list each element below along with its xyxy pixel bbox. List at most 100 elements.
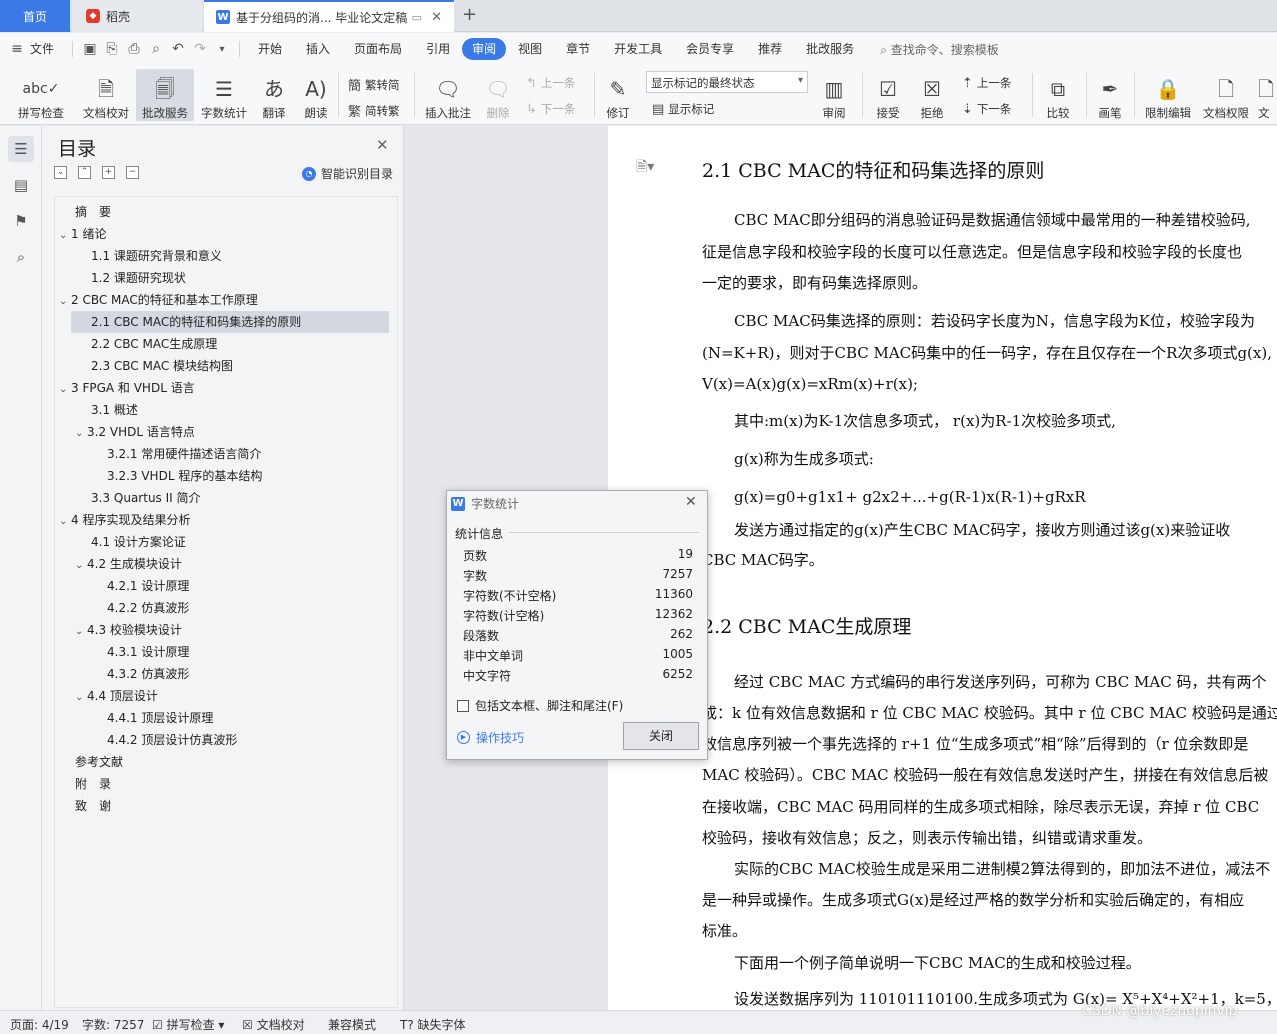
toc-item[interactable]: 4.3.1 设计原理 bbox=[55, 641, 385, 663]
include-textbox-checkbox[interactable]: 包括文本框、脚注和尾注(F) bbox=[457, 697, 623, 714]
show-markup-button[interactable]: ▤ 显示标记 bbox=[652, 101, 714, 117]
command-search[interactable]: ⌕ 查找命令、搜索模板 bbox=[880, 41, 999, 58]
chevron-down-icon[interactable]: ⌄ bbox=[75, 423, 87, 445]
toc-nav-icon[interactable]: ☰ bbox=[8, 136, 34, 162]
smart-toc-button[interactable]: ◔ 智能识别目录 bbox=[302, 165, 393, 182]
collapse-all-icon[interactable]: ⌄ bbox=[54, 166, 67, 179]
pen-button[interactable]: ✒ 画笔 bbox=[1094, 69, 1126, 121]
close-pane-icon[interactable]: ✕ bbox=[376, 136, 389, 154]
add-toc-item-icon[interactable]: + bbox=[102, 166, 115, 179]
expand-all-icon[interactable]: ⌃ bbox=[78, 166, 91, 179]
word-count-button[interactable]: ☰ 字数统计 bbox=[198, 69, 250, 121]
doc-layout-icon[interactable]: 🗎▾ bbox=[636, 156, 654, 180]
menu-start[interactable]: 开始 bbox=[246, 38, 294, 60]
menu-devtools[interactable]: 开发工具 bbox=[602, 38, 674, 60]
tab-home[interactable]: 首页 bbox=[0, 0, 70, 32]
toc-item[interactable]: ⌄ 3 FPGA 和 VHDL 语言 bbox=[55, 377, 385, 399]
translate-button[interactable]: あ翻译 bbox=[256, 69, 292, 121]
add-tab-icon[interactable]: + bbox=[462, 4, 477, 25]
chevron-down-icon[interactable]: ⌄ bbox=[59, 511, 71, 533]
toc-item[interactable]: 3.3 Quartus II 简介 bbox=[55, 487, 385, 509]
menu-view[interactable]: 视图 bbox=[506, 38, 554, 60]
chevron-down-icon[interactable]: ⌄ bbox=[75, 555, 87, 577]
read-aloud-button[interactable]: A) 朗读 bbox=[300, 69, 332, 121]
toc-item[interactable]: 2.1 CBC MAC的特征和码集选择的原则 bbox=[71, 311, 389, 333]
toc-item[interactable]: 4.2.1 设计原理 bbox=[55, 575, 385, 597]
close-tab-icon[interactable]: ✕ bbox=[431, 10, 442, 25]
missing-font-status[interactable]: T? 缺失字体 bbox=[400, 1016, 466, 1033]
menu-insert[interactable]: 插入 bbox=[294, 38, 342, 60]
menu-review-service[interactable]: 批改服务 bbox=[794, 38, 866, 60]
toc-item[interactable]: ⌄ 2 CBC MAC的特征和基本工作原理 bbox=[55, 289, 385, 311]
toc-item[interactable]: 4.4.2 顶层设计仿真波形 bbox=[55, 729, 385, 751]
document-page[interactable]: 🗎▾ 2.1 CBC MAC的特征和码集选择的原则 CBC MAC即分组码的消息… bbox=[608, 126, 1277, 1010]
toc-item[interactable]: ⌄ 4.2 生成模块设计 bbox=[55, 553, 385, 575]
quick-access-more-icon[interactable]: ▾ bbox=[211, 44, 233, 55]
toc-item[interactable]: 致 谢 bbox=[55, 795, 385, 817]
toc-item[interactable]: ⌄ 4.3 校验模块设计 bbox=[55, 619, 385, 641]
toc-item[interactable]: ⌄ 1 绪论 bbox=[55, 223, 385, 245]
print-preview-icon[interactable]: ⌕ bbox=[145, 41, 167, 57]
tips-link[interactable]: ▶ 操作技巧 bbox=[457, 729, 524, 746]
spell-check-status[interactable]: ☑ 拼写检查 ▾ bbox=[152, 1016, 224, 1033]
toc-item[interactable]: 4.1 设计方案论证 bbox=[55, 531, 385, 553]
word-count-indicator[interactable]: 字数: 7257 bbox=[82, 1016, 144, 1033]
next-comment-button[interactable]: ↳ 下一条 bbox=[526, 101, 575, 117]
toc-item[interactable]: 2.3 CBC MAC 模块结构图 bbox=[55, 355, 385, 377]
chevron-down-icon[interactable]: ⌄ bbox=[59, 379, 71, 401]
redo-icon[interactable]: ↷ bbox=[189, 41, 211, 57]
tab-daoke[interactable]: ◆ 稻壳 bbox=[72, 0, 202, 32]
close-icon[interactable]: ✕ bbox=[685, 494, 697, 510]
print-icon[interactable]: ⎙ bbox=[123, 41, 145, 57]
export-icon[interactable]: ⎘ bbox=[101, 41, 123, 57]
remove-toc-item-icon[interactable]: − bbox=[126, 166, 139, 179]
toc-item[interactable]: 4.3.2 仿真波形 bbox=[55, 663, 385, 685]
chevron-down-icon[interactable]: ⌄ bbox=[59, 225, 71, 247]
hamburger-icon[interactable]: ≡ bbox=[6, 41, 28, 57]
accept-button[interactable]: ☑ 接受 bbox=[870, 69, 906, 121]
toc-item[interactable]: 附 录 bbox=[55, 773, 385, 795]
toc-item[interactable]: 1.2 课题研究现状 bbox=[55, 267, 385, 289]
menu-member[interactable]: 会员专享 bbox=[674, 38, 746, 60]
toc-item[interactable]: 4.2.2 仿真波形 bbox=[55, 597, 385, 619]
close-button[interactable]: 关闭 bbox=[623, 722, 699, 750]
toc-item[interactable]: 参考文献 bbox=[55, 751, 385, 773]
simp-to-trad-button[interactable]: 繁简转繁 bbox=[348, 101, 400, 121]
next-change-button[interactable]: ⇣ 下一条 bbox=[962, 101, 1011, 117]
toc-item[interactable]: 3.1 概述 bbox=[55, 399, 385, 421]
chevron-down-icon[interactable]: ⌄ bbox=[75, 687, 87, 709]
undo-icon[interactable]: ↶ bbox=[167, 41, 189, 57]
review-service-button[interactable]: 🗐 批改服务 bbox=[136, 69, 194, 121]
menu-recommend[interactable]: 推荐 bbox=[746, 38, 794, 60]
toc-item[interactable]: ⌄ 3.2 VHDL 语言特点 bbox=[55, 421, 385, 443]
chapter-nav-icon[interactable]: ▤ bbox=[8, 172, 34, 198]
markup-state-select[interactable]: 显示标记的最终状态 bbox=[646, 71, 808, 93]
doc-proof-status[interactable]: ☒ 文档校对 bbox=[242, 1016, 305, 1033]
toc-item[interactable]: 3.2.1 常用硬件描述语言简介 bbox=[55, 443, 385, 465]
compat-mode-status[interactable]: 兼容模式 bbox=[328, 1016, 376, 1033]
toc-item[interactable]: 1.1 课题研究背景和意义 bbox=[55, 245, 385, 267]
review-pane-button[interactable]: ▥ 审阅 bbox=[816, 69, 852, 121]
menu-chapter[interactable]: 章节 bbox=[554, 38, 602, 60]
prev-comment-button[interactable]: ↰ 上一条 bbox=[526, 75, 575, 91]
menu-reference[interactable]: 引用 bbox=[414, 38, 462, 60]
tab-document[interactable]: W 基于分组码的消... 毕业论文定稿 ▭ ✕ bbox=[204, 0, 454, 32]
search-icon[interactable]: ⌕ bbox=[8, 244, 34, 270]
doc-proof-button[interactable]: 🗎 文档校对 bbox=[78, 69, 134, 121]
more-ribbon-button[interactable]: 🗋 文 bbox=[1258, 69, 1277, 121]
trad-to-simp-button[interactable]: 簡繁转简 bbox=[348, 75, 400, 95]
menu-layout[interactable]: 页面布局 bbox=[342, 38, 414, 60]
toc-item[interactable]: 4.4.1 顶层设计原理 bbox=[55, 707, 385, 729]
restrict-edit-button[interactable]: 🔒 限制编辑 bbox=[1142, 69, 1194, 121]
save-icon[interactable]: ▣ bbox=[79, 41, 101, 57]
toc-item[interactable]: ⌄ 4 程序实现及结果分析 bbox=[55, 509, 385, 531]
compare-button[interactable]: ⧉ 比较 bbox=[1040, 69, 1076, 121]
toc-item[interactable]: ⌄ 4.4 顶层设计 bbox=[55, 685, 385, 707]
menu-file[interactable]: 文件 bbox=[28, 38, 66, 60]
spell-check-button[interactable]: abc✓ 拼写检查 bbox=[10, 69, 72, 121]
toc-item[interactable]: 3.2.3 VHDL 程序的基本结构 bbox=[55, 465, 385, 487]
reject-button[interactable]: ☒ 拒绝 bbox=[914, 69, 950, 121]
delete-comment-button[interactable]: 🗨 删除 bbox=[480, 69, 516, 121]
toc-item[interactable]: 2.2 CBC MAC生成原理 bbox=[55, 333, 385, 355]
doc-permission-button[interactable]: 🗋 文档权限 bbox=[1200, 69, 1252, 121]
